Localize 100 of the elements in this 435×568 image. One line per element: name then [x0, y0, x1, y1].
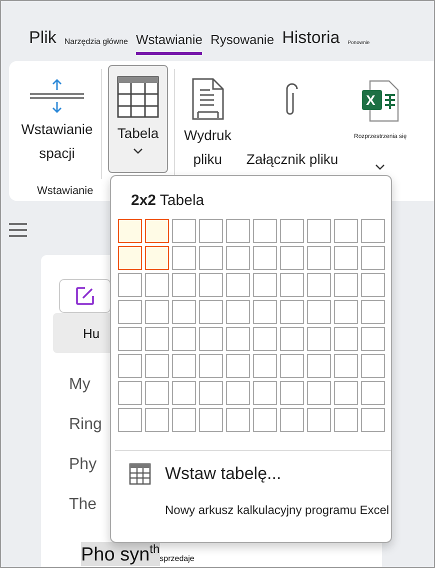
grid-cell[interactable]	[226, 273, 250, 297]
grid-cell[interactable]	[334, 219, 358, 243]
grid-cell[interactable]	[172, 219, 196, 243]
grid-cell[interactable]	[172, 354, 196, 378]
table-button[interactable]: Tabela	[108, 65, 168, 173]
ribbon-tab[interactable]: Historia	[282, 29, 340, 55]
grid-cell[interactable]	[253, 408, 277, 432]
grid-cell[interactable]	[118, 408, 142, 432]
grid-cell[interactable]	[361, 219, 385, 243]
compose-icon	[75, 286, 95, 306]
grid-cell[interactable]	[199, 300, 223, 324]
table-icon	[117, 76, 159, 118]
grid-cell[interactable]	[280, 408, 304, 432]
grid-cell[interactable]	[307, 408, 331, 432]
grid-cell[interactable]	[280, 381, 304, 405]
printout-button[interactable]: Wydruk pliku	[181, 65, 234, 173]
grid-cell[interactable]	[307, 327, 331, 351]
grid-cell[interactable]	[172, 327, 196, 351]
table-icon	[129, 463, 151, 485]
grid-cell[interactable]	[253, 327, 277, 351]
grid-cell[interactable]	[199, 354, 223, 378]
grid-cell[interactable]	[118, 381, 142, 405]
grid-cell[interactable]	[226, 246, 250, 270]
grid-cell[interactable]	[334, 273, 358, 297]
grid-cell[interactable]	[145, 354, 169, 378]
grid-cell[interactable]	[145, 219, 169, 243]
grid-cell[interactable]	[361, 354, 385, 378]
grid-cell[interactable]	[226, 219, 250, 243]
menu-icon[interactable]	[9, 223, 27, 237]
grid-cell[interactable]	[172, 273, 196, 297]
document-icon	[192, 78, 224, 120]
grid-cell[interactable]	[334, 381, 358, 405]
grid-cell[interactable]	[307, 300, 331, 324]
grid-cell[interactable]	[253, 246, 277, 270]
grid-cell[interactable]	[145, 408, 169, 432]
grid-cell[interactable]	[199, 327, 223, 351]
grid-cell[interactable]	[253, 381, 277, 405]
grid-cell[interactable]	[334, 408, 358, 432]
grid-cell[interactable]	[172, 300, 196, 324]
grid-cell[interactable]	[118, 300, 142, 324]
grid-cell[interactable]	[226, 381, 250, 405]
ribbon-tab[interactable]: Wstawianie	[136, 33, 202, 55]
grid-cell[interactable]	[361, 300, 385, 324]
grid-cell[interactable]	[253, 219, 277, 243]
grid-cell[interactable]	[280, 273, 304, 297]
table-size-label: 2x2 Tabela	[131, 192, 206, 209]
grid-cell[interactable]	[361, 327, 385, 351]
space-button[interactable]: Wstawianie spacji	[19, 65, 95, 167]
grid-cell[interactable]	[199, 381, 223, 405]
grid-cell[interactable]	[280, 219, 304, 243]
insert-table-item[interactable]: Wstaw tabelę...	[129, 463, 391, 485]
grid-cell[interactable]	[307, 273, 331, 297]
grid-cell[interactable]	[118, 246, 142, 270]
grid-cell[interactable]	[307, 246, 331, 270]
grid-cell[interactable]	[280, 354, 304, 378]
grid-cell[interactable]	[199, 246, 223, 270]
grid-cell[interactable]	[334, 300, 358, 324]
grid-cell[interactable]	[253, 300, 277, 324]
grid-cell[interactable]	[199, 408, 223, 432]
new-spreadsheet-item[interactable]: Nowy arkusz kalkulacyjny programu Excel	[165, 503, 391, 517]
grid-cell[interactable]	[334, 246, 358, 270]
grid-cell[interactable]	[361, 273, 385, 297]
grid-cell[interactable]	[118, 273, 142, 297]
grid-cell[interactable]	[226, 327, 250, 351]
grid-cell[interactable]	[118, 219, 142, 243]
grid-cell[interactable]	[172, 246, 196, 270]
grid-cell[interactable]	[361, 246, 385, 270]
grid-cell[interactable]	[334, 327, 358, 351]
grid-cell[interactable]	[280, 327, 304, 351]
grid-cell[interactable]	[253, 273, 277, 297]
grid-cell[interactable]	[226, 408, 250, 432]
grid-cell[interactable]	[307, 381, 331, 405]
grid-cell[interactable]	[226, 354, 250, 378]
grid-cell[interactable]	[361, 381, 385, 405]
grid-cell[interactable]	[172, 408, 196, 432]
grid-cell[interactable]	[307, 354, 331, 378]
grid-cell[interactable]	[307, 219, 331, 243]
grid-cell[interactable]	[334, 354, 358, 378]
grid-cell[interactable]	[253, 354, 277, 378]
grid-cell[interactable]	[145, 273, 169, 297]
grid-cell[interactable]	[199, 273, 223, 297]
grid-cell[interactable]	[280, 300, 304, 324]
attachment-button[interactable]: Załącznik pliku	[240, 65, 344, 173]
grid-cell[interactable]	[145, 246, 169, 270]
grid-cell[interactable]	[280, 246, 304, 270]
grid-cell[interactable]	[145, 300, 169, 324]
grid-cell[interactable]	[361, 408, 385, 432]
grid-cell[interactable]	[172, 381, 196, 405]
new-page-button[interactable]	[59, 279, 111, 313]
ribbon-tab[interactable]: Narzędzia główne	[64, 38, 128, 55]
grid-cell[interactable]	[145, 381, 169, 405]
grid-cell[interactable]	[226, 300, 250, 324]
grid-cell[interactable]	[145, 327, 169, 351]
ribbon-tab[interactable]: Rysowanie	[210, 33, 274, 55]
grid-cell[interactable]	[118, 327, 142, 351]
group-label: Wstawianie	[37, 185, 94, 197]
grid-cell[interactable]	[118, 354, 142, 378]
grid-cell[interactable]	[199, 219, 223, 243]
ribbon-tab[interactable]: Plik	[29, 29, 56, 55]
page-item[interactable]: Pho syn$^{th}$ sprzedaje	[53, 537, 382, 567]
